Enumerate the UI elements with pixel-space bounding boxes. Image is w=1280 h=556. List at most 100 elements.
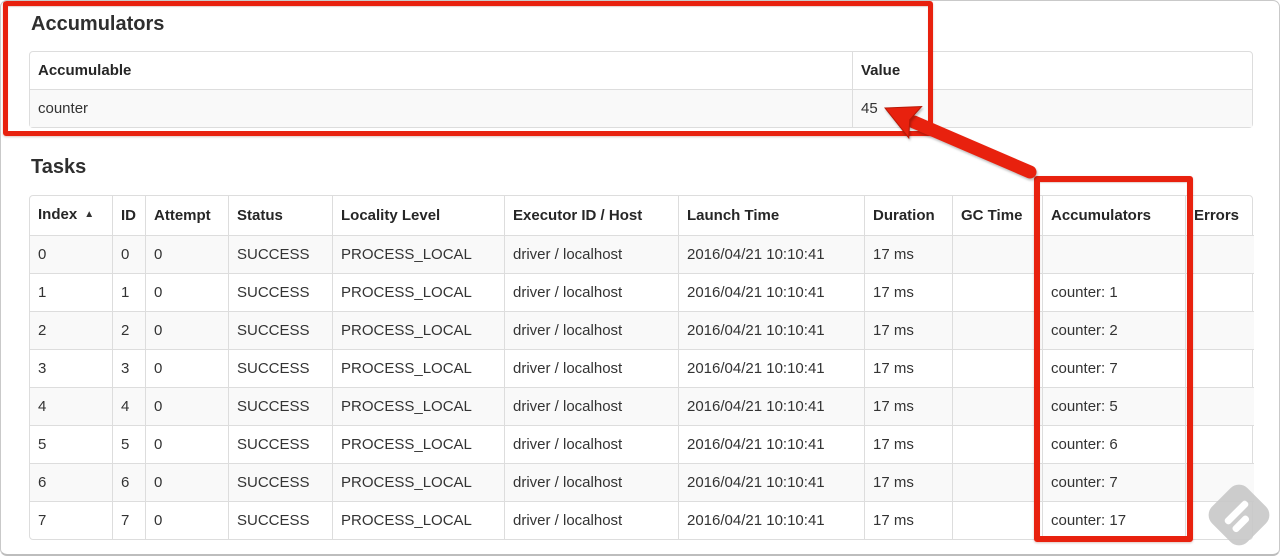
task-cell-errors <box>1185 273 1254 311</box>
task-cell-duration: 17 ms <box>864 235 952 273</box>
task-cell-id: 2 <box>112 311 145 349</box>
task-cell-index: 5 <box>30 425 112 463</box>
task-cell-locality-level: PROCESS_LOCAL <box>332 349 504 387</box>
task-cell-accumulators: counter: 1 <box>1042 273 1185 311</box>
task-cell-status: SUCCESS <box>228 501 332 539</box>
task-cell-locality-level: PROCESS_LOCAL <box>332 235 504 273</box>
column-header-index[interactable]: Index ▲ <box>30 196 112 235</box>
task-cell-duration: 17 ms <box>864 463 952 501</box>
task-cell-accumulators: counter: 7 <box>1042 349 1185 387</box>
task-cell-id: 3 <box>112 349 145 387</box>
accumulators-header-row: Accumulable Value <box>30 52 1252 89</box>
column-header-launch-time[interactable]: Launch Time <box>678 196 864 235</box>
task-cell-accumulators: counter: 5 <box>1042 387 1185 425</box>
task-cell-executor-id-host: driver / localhost <box>504 235 678 273</box>
task-cell-accumulators: counter: 7 <box>1042 463 1185 501</box>
task-cell-launch-time: 2016/04/21 10:10:41 <box>678 235 864 273</box>
task-cell-id: 4 <box>112 387 145 425</box>
task-cell-attempt: 0 <box>145 463 228 501</box>
task-cell-index: 6 <box>30 463 112 501</box>
task-cell-status: SUCCESS <box>228 349 332 387</box>
column-header-label: Attempt <box>154 207 211 224</box>
task-cell-index: 2 <box>30 311 112 349</box>
task-cell-duration: 17 ms <box>864 425 952 463</box>
task-cell-duration: 17 ms <box>864 501 952 539</box>
table-row: 6 6 0 SUCCESS PROCESS_LOCAL driver / localhos… <box>30 463 1254 501</box>
task-cell-gc-time <box>952 387 1042 425</box>
column-header-label: Executor ID / Host <box>513 207 643 224</box>
accumulable-value-cell: 45 <box>852 89 1252 127</box>
column-header-errors[interactable]: Errors <box>1185 196 1254 235</box>
task-cell-accumulators: counter: 6 <box>1042 425 1185 463</box>
column-header-label: Errors <box>1194 207 1240 224</box>
column-header-status[interactable]: Status <box>228 196 332 235</box>
table-row: 4 4 0 SUCCESS PROCESS_LOCAL driver / localhos… <box>30 387 1254 425</box>
column-header-label: Accumulators <box>1051 207 1152 224</box>
task-cell-gc-time <box>952 349 1042 387</box>
task-cell-status: SUCCESS <box>228 425 332 463</box>
column-header-id[interactable]: ID <box>112 196 145 235</box>
task-cell-locality-level: PROCESS_LOCAL <box>332 463 504 501</box>
task-cell-id: 7 <box>112 501 145 539</box>
task-cell-launch-time: 2016/04/21 10:10:41 <box>678 463 864 501</box>
task-cell-executor-id-host: driver / localhost <box>504 387 678 425</box>
task-cell-duration: 17 ms <box>864 273 952 311</box>
task-cell-gc-time <box>952 311 1042 349</box>
column-header-label: ID <box>121 207 136 224</box>
task-cell-duration: 17 ms <box>864 349 952 387</box>
column-header-duration[interactable]: Duration <box>864 196 952 235</box>
table-row: 3 3 0 SUCCESS PROCESS_LOCAL driver / localhos… <box>30 349 1254 387</box>
column-header-label: Index <box>38 206 78 223</box>
column-header-locality-level[interactable]: Locality Level <box>332 196 504 235</box>
column-header-accumulators[interactable]: Accumulators <box>1042 196 1185 235</box>
task-cell-id: 6 <box>112 463 145 501</box>
column-header-gc-time[interactable]: GC Time <box>952 196 1042 235</box>
task-cell-duration: 17 ms <box>864 311 952 349</box>
task-cell-gc-time <box>952 273 1042 311</box>
column-header-label: Locality Level <box>341 207 441 224</box>
task-cell-id: 1 <box>112 273 145 311</box>
task-cell-duration: 17 ms <box>864 387 952 425</box>
task-cell-locality-level: PROCESS_LOCAL <box>332 273 504 311</box>
task-cell-locality-level: PROCESS_LOCAL <box>332 387 504 425</box>
task-cell-launch-time: 2016/04/21 10:10:41 <box>678 273 864 311</box>
tasks-section-heading: Tasks <box>31 156 87 178</box>
accumulators-table: Accumulable Value counter 45 <box>29 51 1253 128</box>
task-cell-locality-level: PROCESS_LOCAL <box>332 425 504 463</box>
task-cell-executor-id-host: driver / localhost <box>504 463 678 501</box>
column-header-label: Duration <box>873 207 935 224</box>
task-cell-gc-time <box>952 235 1042 273</box>
accumulators-section-heading: Accumulators <box>31 13 165 35</box>
task-cell-index: 7 <box>30 501 112 539</box>
column-header-attempt[interactable]: Attempt <box>145 196 228 235</box>
task-cell-attempt: 0 <box>145 235 228 273</box>
task-cell-launch-time: 2016/04/21 10:10:41 <box>678 425 864 463</box>
column-header-label: Status <box>237 207 283 224</box>
table-row: 7 7 0 SUCCESS PROCESS_LOCAL driver / localhos… <box>30 501 1254 539</box>
table-row: counter 45 <box>30 89 1252 127</box>
task-cell-errors <box>1185 349 1254 387</box>
task-cell-status: SUCCESS <box>228 463 332 501</box>
tasks-table-body: 0 0 0 SUCCESS PROCESS_LOCAL driver / localhos… <box>30 235 1254 539</box>
task-cell-attempt: 0 <box>145 425 228 463</box>
task-cell-accumulators: counter: 17 <box>1042 501 1185 539</box>
column-header-label: Launch Time <box>687 207 780 224</box>
column-header-executor-id-host[interactable]: Executor ID / Host <box>504 196 678 235</box>
task-cell-errors <box>1185 425 1254 463</box>
tasks-table: Index ▲ ID Attempt Status Locality Level Execu… <box>29 195 1254 540</box>
task-cell-attempt: 0 <box>145 387 228 425</box>
task-cell-accumulators <box>1042 235 1185 273</box>
task-cell-index: 3 <box>30 349 112 387</box>
task-cell-index: 0 <box>30 235 112 273</box>
accumulable-name-cell: counter <box>30 89 852 127</box>
task-cell-index: 4 <box>30 387 112 425</box>
task-cell-locality-level: PROCESS_LOCAL <box>332 501 504 539</box>
stage-detail-content: Accumulators Accumulable Value counter 4… <box>1 1 1279 540</box>
task-cell-attempt: 0 <box>145 273 228 311</box>
sort-ascending-icon: ▲ <box>84 209 95 220</box>
task-cell-errors <box>1185 311 1254 349</box>
task-cell-executor-id-host: driver / localhost <box>504 311 678 349</box>
table-row: 1 1 0 SUCCESS PROCESS_LOCAL driver / localhos… <box>30 273 1254 311</box>
task-cell-id: 0 <box>112 235 145 273</box>
task-cell-gc-time <box>952 463 1042 501</box>
